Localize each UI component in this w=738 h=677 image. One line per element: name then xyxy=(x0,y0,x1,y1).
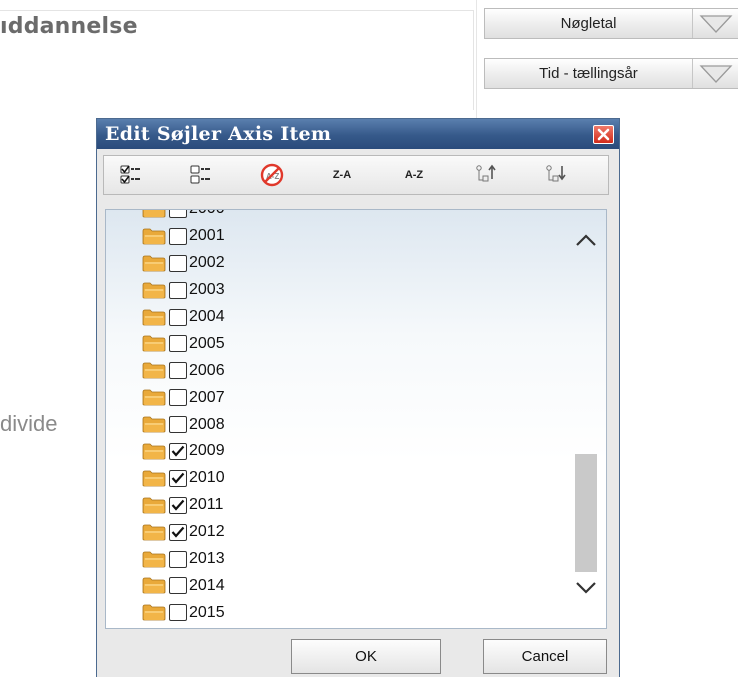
list-item[interactable]: 2010 xyxy=(106,465,566,492)
close-icon[interactable] xyxy=(593,125,614,144)
list-item[interactable]: 2000 xyxy=(106,210,566,223)
list-item-label: 2003 xyxy=(189,281,225,299)
check-all-icon[interactable] xyxy=(112,160,152,190)
checkbox[interactable] xyxy=(169,550,187,568)
folder-icon xyxy=(142,470,166,487)
section-title: ıddannelse xyxy=(0,14,138,39)
list-item[interactable]: 2013 xyxy=(106,546,566,573)
list-item[interactable]: 2015 xyxy=(106,599,566,626)
sort-desc-label: Z-A xyxy=(332,169,352,181)
dialog-titlebar[interactable]: Edit Søjler Axis Item xyxy=(97,119,619,149)
list-item-label: 2012 xyxy=(189,523,225,541)
list-item-label: 2002 xyxy=(189,254,225,272)
list-item[interactable]: 2014 xyxy=(106,572,566,599)
scroll-down-icon[interactable] xyxy=(574,580,598,600)
cancel-button[interactable]: Cancel xyxy=(483,639,607,674)
sort-desc-icon[interactable]: Z-A xyxy=(322,160,362,190)
list-item-label: 2004 xyxy=(189,308,225,325)
folder-icon xyxy=(142,443,166,460)
axis-item-list[interactable]: 2000 2001 2002 2003 2004 2005 2006 2007 2008 2009… xyxy=(105,209,607,629)
folder-icon xyxy=(142,282,166,299)
folder-icon xyxy=(142,604,166,621)
sort-asc-icon[interactable]: A-Z xyxy=(394,160,434,190)
list-item-label: 2015 xyxy=(189,603,225,621)
folder-icon xyxy=(142,389,166,406)
list-item-label: 2013 xyxy=(189,550,225,568)
list-item[interactable]: 2009 xyxy=(106,438,566,465)
list-item-label: 2011 xyxy=(189,496,224,514)
triangle-down-icon[interactable] xyxy=(693,9,738,38)
move-down-icon[interactable] xyxy=(536,160,576,190)
list-item-label: 2005 xyxy=(189,334,225,352)
checkbox[interactable] xyxy=(169,210,187,218)
checkbox[interactable] xyxy=(169,389,187,407)
folder-icon xyxy=(142,416,166,433)
dropdown-noegletal[interactable]: Nøgletal xyxy=(484,8,738,39)
checkbox-checked[interactable] xyxy=(169,496,187,514)
scroll-up-icon[interactable] xyxy=(574,232,598,252)
checkbox[interactable] xyxy=(169,227,187,245)
list-item-label: 2008 xyxy=(189,415,225,433)
list-item[interactable]: 2004 xyxy=(106,304,566,331)
checkbox-checked[interactable] xyxy=(169,442,187,460)
list-item[interactable]: 2003 xyxy=(106,277,566,304)
dropdown-label: Tid - tællingsår xyxy=(485,59,693,88)
checkbox[interactable] xyxy=(169,281,187,299)
uncheck-all-icon[interactable] xyxy=(182,160,222,190)
folder-icon xyxy=(142,309,166,326)
dialog-toolbar: A-Z Z-A A-Z xyxy=(103,155,609,195)
list-item[interactable]: 2002 xyxy=(106,250,566,277)
list-item-label: 2009 xyxy=(189,442,225,460)
folder-icon xyxy=(142,255,166,272)
folder-icon xyxy=(142,362,166,379)
edit-axis-item-dialog: Edit Søjler Axis Item A-Z Z-A A-Z 2001 2… xyxy=(96,118,620,677)
list-item-label: 2014 xyxy=(189,576,225,594)
sort-asc-label: A-Z xyxy=(404,169,424,181)
folder-icon xyxy=(142,551,166,568)
list-item-label: 2007 xyxy=(189,388,225,406)
divider xyxy=(476,0,477,118)
folder-icon xyxy=(142,335,166,352)
ok-button[interactable]: OK xyxy=(291,639,441,674)
folder-icon xyxy=(142,210,166,218)
checkbox[interactable] xyxy=(169,577,187,595)
list-item-label: 2006 xyxy=(189,361,225,379)
list-item[interactable]: 2005 xyxy=(106,330,566,357)
dropdown-label: Nøgletal xyxy=(485,9,693,38)
list-item[interactable]: 2011 xyxy=(106,492,566,519)
move-up-icon[interactable] xyxy=(466,160,506,190)
folder-icon xyxy=(142,577,166,594)
checkbox[interactable] xyxy=(169,362,187,380)
list-item[interactable]: 2007 xyxy=(106,384,566,411)
no-sort-icon[interactable]: A-Z xyxy=(252,160,292,190)
item-rows: 2000 2001 2002 2003 2004 2005 2006 2007 2008 2009… xyxy=(106,210,566,626)
checkbox-checked[interactable] xyxy=(169,469,187,487)
scrollbar-thumb[interactable] xyxy=(575,454,597,572)
list-item[interactable]: 2001 xyxy=(106,223,566,250)
list-item[interactable]: 2012 xyxy=(106,519,566,546)
checkbox-checked[interactable] xyxy=(169,523,187,541)
checkbox[interactable] xyxy=(169,335,187,353)
triangle-down-icon[interactable] xyxy=(693,59,738,88)
dialog-title: Edit Søjler Axis Item xyxy=(105,123,332,145)
checkbox[interactable] xyxy=(169,416,187,434)
list-item[interactable]: 2006 xyxy=(106,357,566,384)
folder-icon xyxy=(142,228,166,245)
background-text: divide xyxy=(0,411,58,436)
scrollbar[interactable] xyxy=(566,210,606,628)
list-item-label: 2010 xyxy=(189,469,225,487)
list-item-label: 2000 xyxy=(189,210,225,218)
folder-icon xyxy=(142,497,166,514)
checkbox[interactable] xyxy=(169,308,187,326)
list-item[interactable]: 2008 xyxy=(106,411,566,438)
checkbox[interactable] xyxy=(169,254,187,272)
folder-icon xyxy=(142,524,166,541)
checkbox[interactable] xyxy=(169,604,187,622)
list-item-label: 2001 xyxy=(189,227,225,245)
dropdown-tid-taellingsaar[interactable]: Tid - tællingsår xyxy=(484,58,738,89)
